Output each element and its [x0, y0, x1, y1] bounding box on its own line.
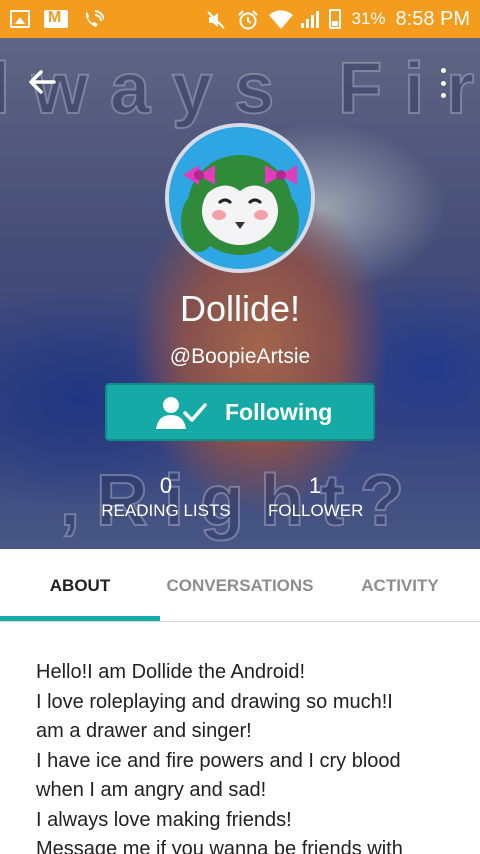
back-button[interactable]: [26, 66, 58, 98]
about-text: Hello!I am Dollide the Android! I love r…: [36, 658, 456, 854]
wifi-icon: [269, 10, 294, 29]
signal-icon: [301, 10, 320, 28]
about-line: when I am angry and sad!: [36, 779, 267, 801]
arrow-left-icon: [29, 70, 56, 94]
followers-label: FOLLOWER: [268, 501, 364, 520]
reading-lists-count: 0: [159, 473, 173, 498]
tab-activity[interactable]: ACTIVITY: [320, 549, 480, 621]
about-line: I have ice and fire powers and I cry blo…: [36, 749, 401, 772]
avatar-image: [169, 127, 311, 269]
profile-tabs: ABOUT CONVERSATIONS ACTIVITY: [0, 549, 480, 622]
reading-lists-label: READING LISTS: [101, 501, 231, 520]
status-bar: 31% 8:58 PM: [0, 0, 480, 38]
about-line: I always love making friends!: [36, 808, 292, 831]
gallery-icon: [10, 10, 30, 28]
followers-count: 1: [308, 473, 322, 498]
about-line: I love roleplaying and drawing so much!I: [36, 690, 393, 713]
user-check-icon: [156, 397, 207, 429]
following-button[interactable]: Following: [105, 383, 375, 441]
more-vertical-icon: [440, 68, 446, 73]
tab-conversations[interactable]: CONVERSATIONS: [160, 549, 320, 621]
about-line: Hello!I am Dollide the Android!: [36, 661, 306, 683]
alarm-icon: [237, 10, 259, 30]
following-button-label: Following: [225, 399, 333, 425]
battery-percent: 31%: [351, 9, 386, 28]
avatar[interactable]: [165, 123, 315, 273]
status-time: 8:58 PM: [395, 7, 470, 30]
profile-header: lways Fir ,Right? Dollide! @BoopieArtsie…: [0, 38, 480, 549]
followers-stat[interactable]: 1 FOLLOWER: [268, 473, 364, 521]
profile-handle: @BoopieArtsie: [169, 345, 311, 368]
active-tab-indicator: [0, 616, 160, 621]
about-line: am a drawer and singer!: [36, 720, 252, 742]
wifi-calling-icon: [82, 10, 105, 28]
reading-lists-stat[interactable]: 0 READING LISTS: [100, 473, 232, 521]
more-options-button[interactable]: [436, 68, 450, 98]
battery-icon: [329, 9, 342, 29]
mute-icon: [205, 10, 227, 29]
profile-name: Dollide!: [179, 288, 301, 329]
about-line: Message me if you wanna be friends with: [36, 838, 403, 854]
gmail-icon: [44, 9, 68, 28]
tab-about[interactable]: ABOUT: [0, 549, 160, 621]
